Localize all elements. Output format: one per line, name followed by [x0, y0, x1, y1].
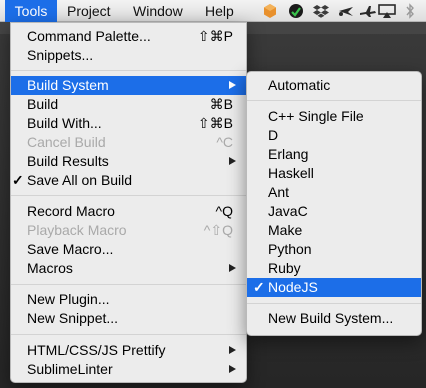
- build-system-item[interactable]: Ruby: [247, 259, 421, 278]
- build-system-automatic[interactable]: Automatic: [247, 76, 421, 95]
- shortcut: ^C: [216, 134, 233, 150]
- submenu-arrow-icon: [229, 264, 236, 272]
- menu-item-record-macro[interactable]: Record Macro ^Q: [11, 202, 246, 221]
- menu-item-build[interactable]: Build ⌘B: [11, 95, 246, 114]
- menu-item-save-macro[interactable]: Save Macro...: [11, 240, 246, 259]
- submenu-arrow-icon: [229, 157, 236, 165]
- separator: [11, 70, 246, 71]
- separator: [247, 100, 421, 101]
- sublime-icon[interactable]: [261, 3, 279, 19]
- submenu-arrow-icon: [229, 81, 236, 89]
- build-system-item[interactable]: D: [247, 126, 421, 145]
- menu-item-save-all-on-build[interactable]: ✓ Save All on Build: [11, 171, 246, 190]
- bluetooth-icon[interactable]: [401, 3, 419, 19]
- submenu-arrow-icon: [229, 346, 236, 354]
- dropbox-icon[interactable]: [312, 3, 330, 19]
- menu-item-cancel-build: Cancel Build ^C: [27, 134, 233, 150]
- menu-help[interactable]: Help: [205, 0, 234, 22]
- separator: [247, 303, 421, 304]
- separator: [11, 195, 246, 196]
- build-system-new[interactable]: New Build System...: [247, 309, 421, 328]
- build-system-item[interactable]: Ant: [247, 183, 421, 202]
- build-system-item[interactable]: Python: [247, 240, 421, 259]
- shortcut: ^Q: [215, 203, 233, 219]
- build-system-item[interactable]: Erlang: [247, 145, 421, 164]
- menu-item-build-system[interactable]: Build System: [11, 76, 246, 95]
- tools-menu: Command Palette... ⇧⌘P Snippets... Build…: [10, 22, 247, 383]
- menu-item-snippets[interactable]: Snippets...: [11, 46, 246, 65]
- menu-item-html-prettify[interactable]: HTML/CSS/JS Prettify: [11, 341, 246, 360]
- menu-item-macros[interactable]: Macros: [11, 259, 246, 278]
- build-system-item[interactable]: JavaC: [247, 202, 421, 221]
- globe-icon[interactable]: [287, 3, 305, 19]
- menu-project[interactable]: Project: [67, 0, 111, 22]
- checkmark-icon: ✓: [12, 172, 24, 188]
- build-system-submenu: Automatic C++ Single File D Erlang Haske…: [246, 71, 422, 336]
- checkmark-icon: ✓: [253, 279, 265, 295]
- submenu-arrow-icon: [229, 365, 236, 373]
- menu-item-new-snippet[interactable]: New Snippet...: [11, 309, 246, 328]
- plane-icon[interactable]: [359, 3, 377, 19]
- separator: [11, 334, 246, 335]
- build-system-item[interactable]: C++ Single File: [247, 107, 421, 126]
- separator: [11, 284, 246, 285]
- build-system-item[interactable]: Haskell: [247, 164, 421, 183]
- menu-tools[interactable]: Tools: [5, 0, 57, 22]
- shortcut: ⇧⌘B: [197, 115, 233, 131]
- menu-bar: Tools Project Window Help: [0, 0, 426, 22]
- shortcut: ^⇧Q: [203, 222, 233, 238]
- airplay-icon[interactable]: [378, 3, 396, 19]
- menu-item-command-palette[interactable]: Command Palette... ⇧⌘P: [11, 27, 246, 46]
- menu-item-build-with[interactable]: Build With... ⇧⌘B: [11, 114, 246, 133]
- shortcut: ⇧⌘P: [197, 28, 233, 44]
- build-system-item[interactable]: Make: [247, 221, 421, 240]
- scissors-icon[interactable]: [337, 3, 355, 19]
- menu-window[interactable]: Window: [133, 0, 183, 22]
- menu-item-playback-macro: Playback Macro ^⇧Q: [27, 222, 233, 238]
- build-system-nodejs[interactable]: ✓ NodeJS: [247, 278, 421, 297]
- menu-item-build-results[interactable]: Build Results: [11, 152, 246, 171]
- menu-item-sublimelinter[interactable]: SublimeLinter: [11, 360, 246, 379]
- shortcut: ⌘B: [209, 96, 233, 112]
- menu-item-new-plugin[interactable]: New Plugin...: [11, 290, 246, 309]
